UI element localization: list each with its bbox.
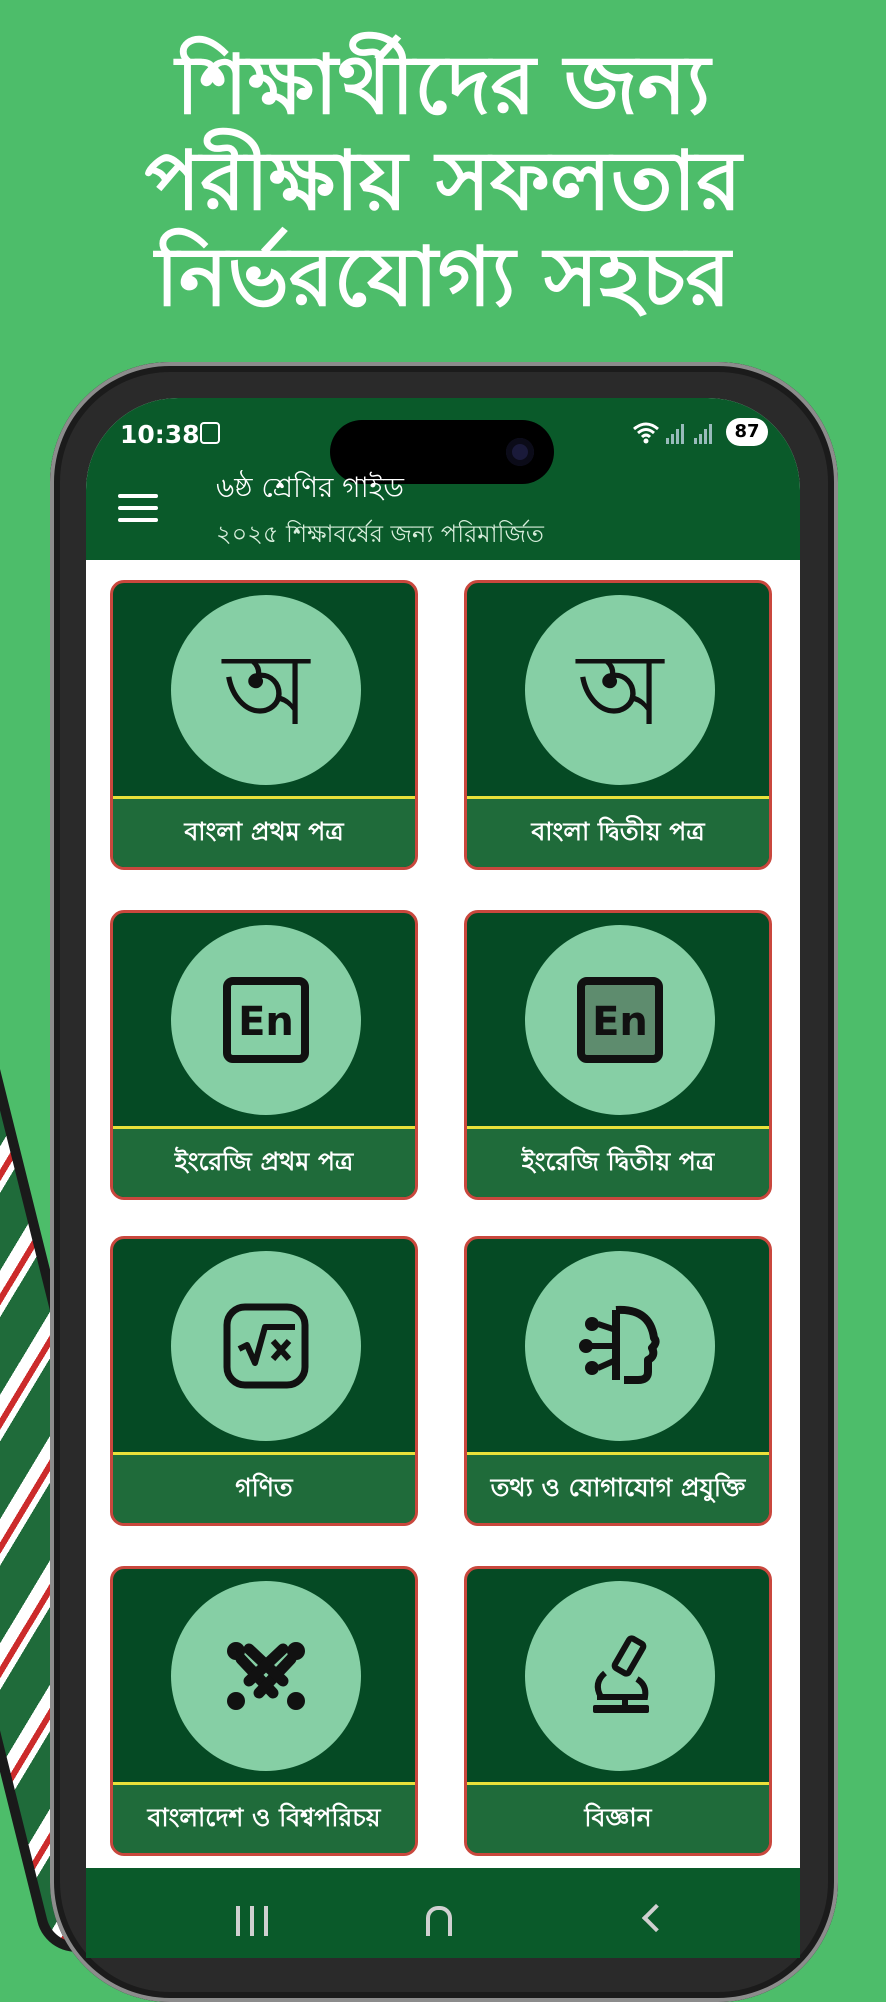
subject-card-english-1[interactable]: En ইংরেজি প্রথম পত্র — [110, 910, 418, 1200]
wifi-icon — [633, 422, 659, 444]
menu-icon — [118, 494, 158, 498]
app-subtitle: ২০২৫ শিক্ষাবর্ষের জন্য পরিমার্জিত — [216, 520, 544, 548]
subject-card-bangla-1[interactable]: অ বাংলা প্রথম পত্র — [110, 580, 418, 870]
headline-line-3: নির্ভরযোগ্য সহচর — [155, 230, 731, 325]
subject-label: তথ্য ও যোগাযোগ প্রযুক্তি — [467, 1452, 769, 1523]
home-button[interactable] — [426, 1906, 452, 1936]
subject-card-english-2[interactable]: En ইংরেজি দ্বিতীয় পত্র — [464, 910, 772, 1200]
promo-headline: শিক্ষার্থীদের জন্য পরীক্ষায় সফলতার নির্… — [0, 38, 886, 326]
subject-card-math[interactable]: গণিত — [110, 1236, 418, 1526]
svg-text:En: En — [592, 999, 648, 1045]
bangla-letter-icon: অ — [525, 595, 715, 785]
subject-label: বিজ্ঞান — [467, 1782, 769, 1853]
subject-label: ইংরেজি প্রথম পত্র — [113, 1126, 415, 1197]
svg-text:En: En — [238, 999, 294, 1045]
subject-label: ইংরেজি দ্বিতীয় পত্র — [467, 1126, 769, 1197]
subject-label: গণিত — [113, 1452, 415, 1523]
subject-card-bangla-2[interactable]: অ বাংলা দ্বিতীয় পত্র — [464, 580, 772, 870]
headline-line-2: পরীক্ষায় সফলতার — [144, 134, 742, 229]
math-sqrt-icon — [171, 1251, 361, 1441]
signal-icon — [666, 424, 684, 444]
recent-apps-button[interactable] — [236, 1906, 278, 1940]
battery-indicator: 87 — [726, 418, 768, 446]
subject-label: বাংলাদেশ ও বিশ্বপরিচয় — [113, 1782, 415, 1853]
english-en-icon: En — [171, 925, 361, 1115]
camera-icon — [506, 438, 534, 466]
screenshot-icon — [200, 422, 220, 444]
bangla-letter-icon: অ — [171, 595, 361, 785]
subject-card-science[interactable]: বিজ্ঞান — [464, 1566, 772, 1856]
menu-button[interactable] — [118, 494, 158, 524]
status-time: 10:38 — [120, 420, 200, 449]
subject-grid: অ বাংলা প্রথম পত্র অ বাংলা দ্বিতীয় পত্র… — [86, 560, 800, 1860]
english-en-icon: En — [525, 925, 715, 1115]
microscope-icon — [525, 1581, 715, 1771]
back-button[interactable] — [641, 1903, 671, 1933]
ai-brain-icon — [525, 1251, 715, 1441]
phone-screen: 10:38 87 ৬ষ্ঠ শ্রেণির গাইড ২০২৫ শিক্ষাবর… — [86, 398, 800, 1958]
subject-card-bgs[interactable]: বাংলাদেশ ও বিশ্বপরিচয় — [110, 1566, 418, 1856]
subject-label: বাংলা দ্বিতীয় পত্র — [467, 796, 769, 867]
subject-card-ict[interactable]: তথ্য ও যোগাযোগ প্রযুক্তি — [464, 1236, 772, 1526]
app-bar: 10:38 87 ৬ষ্ঠ শ্রেণির গাইড ২০২৫ শিক্ষাবর… — [86, 398, 800, 560]
signal-icon-2 — [694, 424, 712, 444]
app-title: ৬ষ্ঠ শ্রেণির গাইড — [216, 471, 404, 504]
headline-line-1: শিক্ষার্থীদের জন্য — [175, 38, 711, 133]
subject-label: বাংলা প্রথম পত্র — [113, 796, 415, 867]
system-nav-bar — [86, 1868, 800, 1958]
joomla-knot-icon — [171, 1581, 361, 1771]
